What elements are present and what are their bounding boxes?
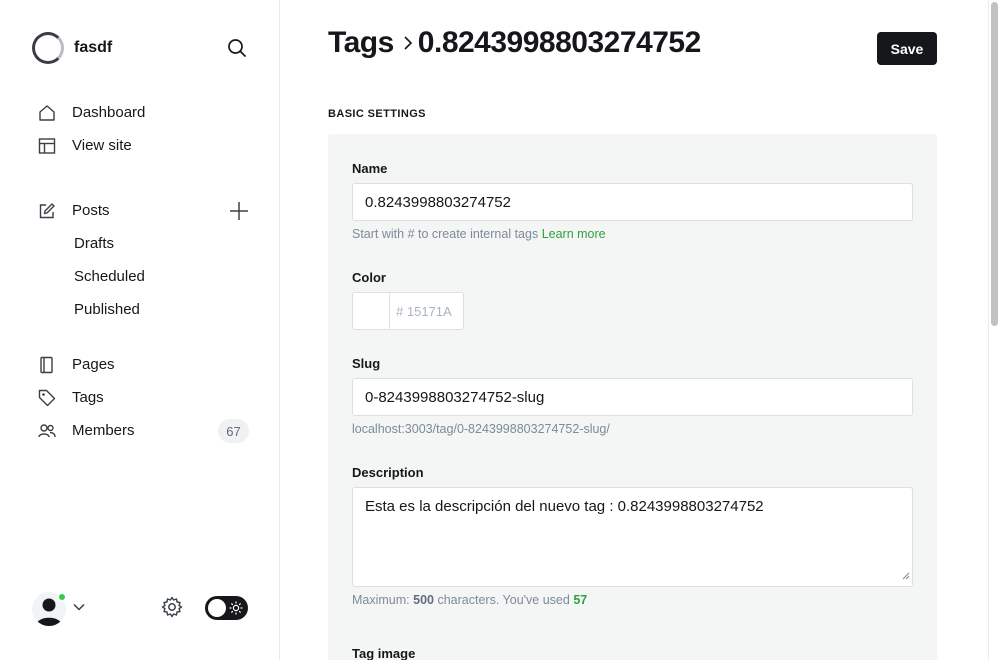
page-title: 0.8243998803274752	[417, 26, 701, 59]
brand-logo	[32, 32, 64, 64]
slug-input[interactable]: 0-8243998803274752-slug	[352, 378, 913, 416]
nav-published[interactable]: Published	[0, 293, 280, 326]
members-count-badge: 67	[218, 419, 249, 443]
tag-image-label: Tag image	[352, 646, 416, 660]
nav-scheduled[interactable]: Scheduled	[0, 260, 280, 293]
section-title: BASIC SETTINGS	[328, 108, 426, 120]
nav-label: Dashboard	[72, 104, 146, 121]
layout-icon	[38, 137, 56, 155]
nav-label: Posts	[72, 202, 110, 219]
max-chars: 500	[413, 593, 434, 607]
learn-more-link[interactable]: Learn more	[542, 227, 606, 241]
chevron-right-icon	[402, 35, 414, 51]
nav-drafts[interactable]: Drafts	[0, 227, 280, 260]
description-label: Description	[352, 465, 424, 480]
gear-icon[interactable]	[161, 596, 183, 623]
chevron-down-icon[interactable]	[72, 600, 86, 619]
toggle-knob	[208, 599, 226, 617]
nav-posts[interactable]: Posts	[0, 194, 280, 227]
sun-icon	[229, 601, 243, 620]
basic-settings-panel: Name 0.8243998803274752 Start with # to …	[328, 134, 937, 660]
nav-label: Members	[72, 422, 135, 439]
nav-label: View site	[72, 137, 132, 154]
secondary-nav: Pages Tags Members 67	[0, 348, 280, 447]
page-icon	[38, 356, 56, 374]
description-text: Esta es la descripción del nuevo tag : 0…	[365, 498, 764, 515]
color-swatch[interactable]	[353, 293, 390, 329]
primary-nav: Dashboard View site	[0, 96, 280, 162]
scrollbar[interactable]	[988, 0, 1000, 660]
description-hint: Maximum: 500 characters. You've used 57	[352, 593, 587, 607]
posts-nav: Posts Drafts Scheduled Published	[0, 194, 280, 326]
main-content: Tags 0.8243998803274752 Save BASIC SETTI…	[280, 0, 988, 660]
edit-icon	[38, 202, 56, 220]
sidebar-footer	[32, 590, 248, 626]
theme-toggle[interactable]	[205, 596, 248, 620]
color-placeholder: 15171A	[406, 303, 452, 319]
nav-view-site[interactable]: View site	[0, 129, 280, 162]
description-textarea[interactable]: Esta es la descripción del nuevo tag : 0…	[352, 487, 913, 587]
hint-prefix: Maximum:	[352, 593, 410, 607]
name-hint: Start with # to create internal tags Lea…	[352, 227, 606, 241]
used-chars: 57	[573, 593, 588, 607]
nav-label: Tags	[72, 389, 104, 406]
breadcrumb-tags-link[interactable]: Tags	[328, 26, 394, 60]
name-input[interactable]: 0.8243998803274752	[352, 183, 913, 221]
sidebar: fasdf Dashboard View site Posts Drafts S…	[0, 0, 280, 660]
color-field[interactable]: # 15171A	[352, 292, 464, 330]
nav-dashboard[interactable]: Dashboard	[0, 96, 280, 129]
color-hash: #	[396, 303, 404, 319]
resize-handle-icon[interactable]	[902, 567, 910, 584]
home-icon	[38, 104, 56, 122]
slug-url-preview: localhost:3003/tag/0-8243998803274752-sl…	[352, 422, 610, 436]
name-label: Name	[352, 161, 388, 176]
slug-label: Slug	[352, 356, 381, 371]
name-hint-text: Start with # to create internal tags	[352, 227, 539, 241]
nav-label: Pages	[72, 356, 115, 373]
scrollbar-thumb[interactable]	[991, 2, 998, 326]
search-icon[interactable]	[226, 37, 248, 59]
plus-icon[interactable]	[228, 200, 250, 222]
members-icon	[38, 422, 56, 440]
tag-icon	[38, 389, 56, 407]
save-button[interactable]: Save	[877, 32, 937, 65]
color-label: Color	[352, 270, 386, 285]
nav-tags[interactable]: Tags	[0, 381, 280, 414]
online-status-dot	[57, 592, 67, 602]
nav-members[interactable]: Members 67	[0, 414, 280, 447]
hint-middle: characters. You've used	[437, 593, 570, 607]
brand-name: fasdf	[74, 39, 113, 56]
brand[interactable]: fasdf	[32, 32, 112, 64]
color-hex-input[interactable]: # 15171A	[390, 293, 452, 329]
app-window: fasdf Dashboard View site Posts Drafts S…	[0, 0, 1000, 660]
breadcrumb: Tags 0.8243998803274752	[328, 26, 701, 60]
nav-pages[interactable]: Pages	[0, 348, 280, 381]
